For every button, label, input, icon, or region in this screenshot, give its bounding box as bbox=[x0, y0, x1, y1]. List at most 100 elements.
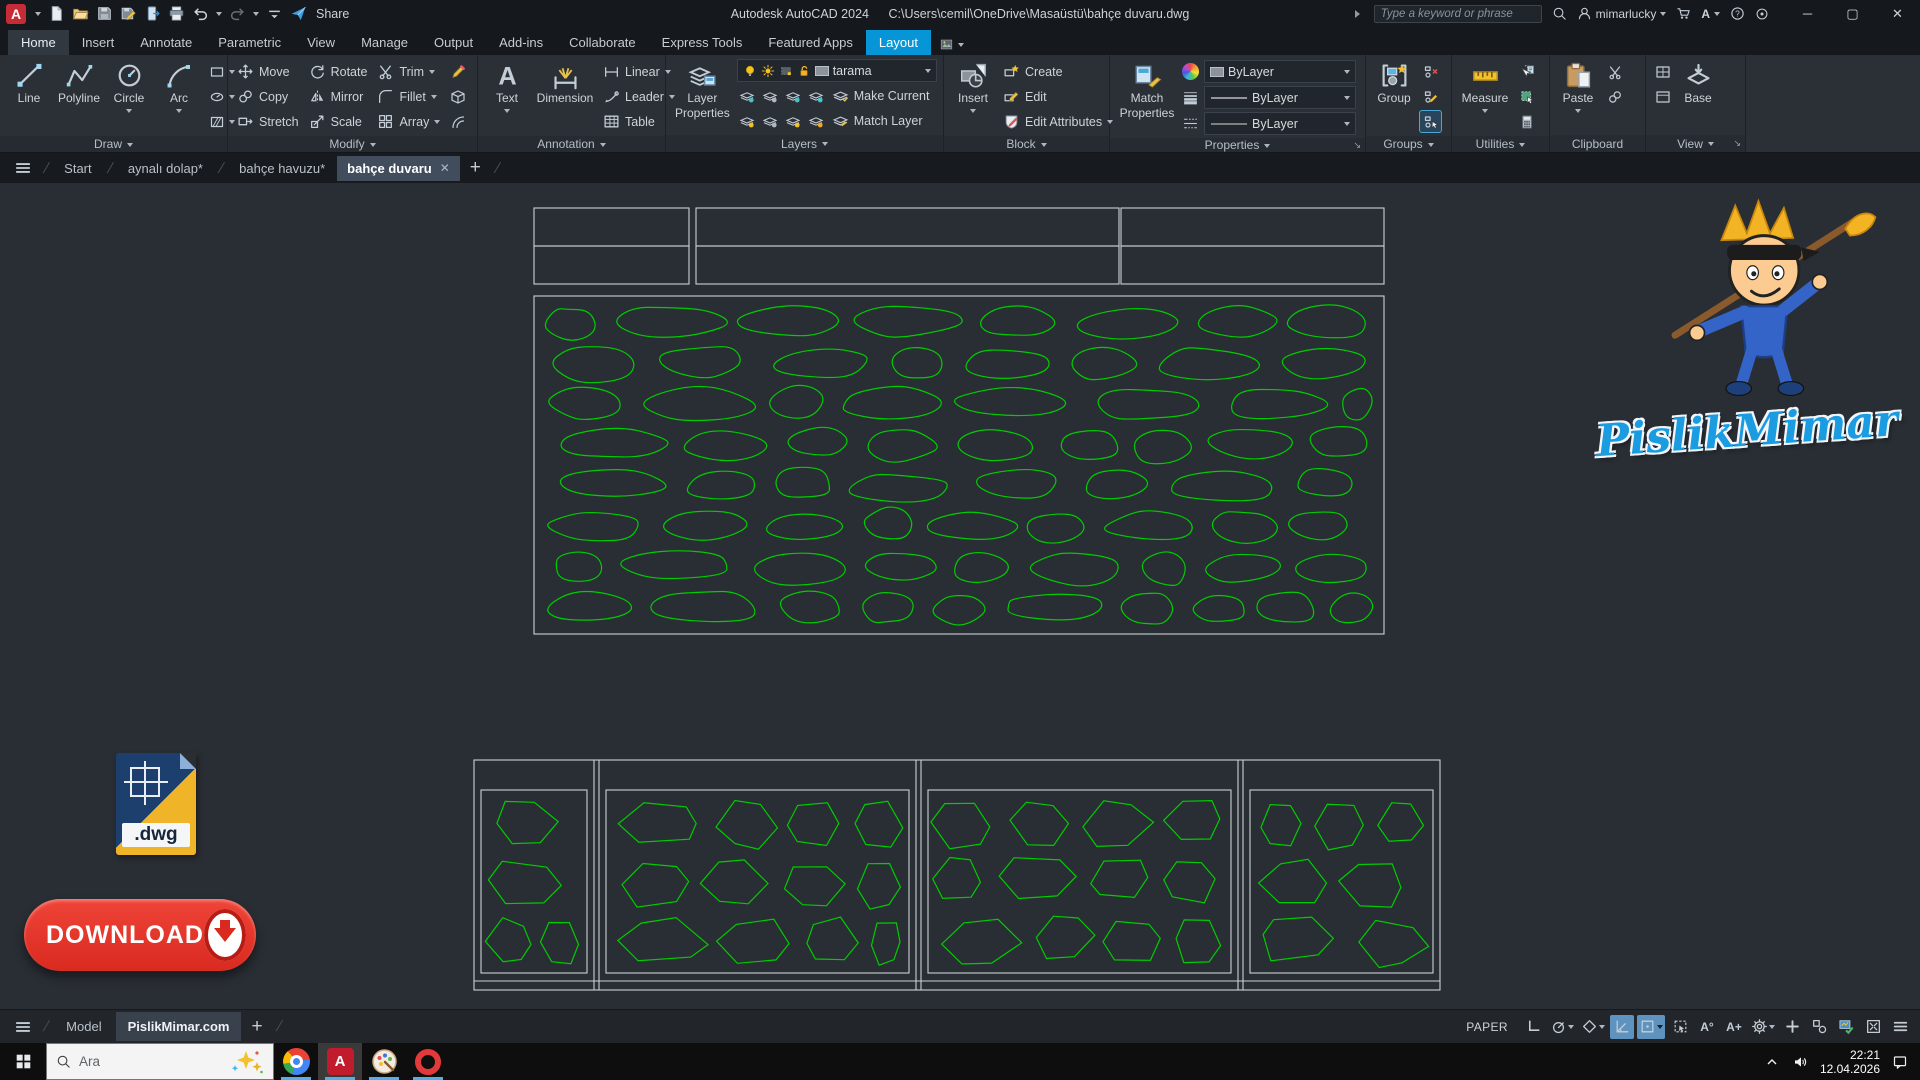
customization-button[interactable] bbox=[1888, 1015, 1912, 1039]
units-button[interactable] bbox=[1807, 1015, 1831, 1039]
tab-express-tools[interactable]: Express Tools bbox=[649, 30, 756, 55]
panel-label-view[interactable]: View ↘ bbox=[1646, 135, 1745, 152]
quick-select-button[interactable] bbox=[1516, 61, 1537, 82]
erase-button[interactable] bbox=[447, 61, 468, 82]
account-menu[interactable]: mimarlucky bbox=[1577, 6, 1667, 21]
hatch-button[interactable] bbox=[206, 111, 227, 132]
close-tab-icon[interactable]: ✕ bbox=[440, 161, 450, 175]
clean-screen-button[interactable] bbox=[1861, 1015, 1885, 1039]
file-tab-bahce-havuzu[interactable]: bahçe havuzu* bbox=[229, 156, 335, 181]
ortho-toggle[interactable] bbox=[1521, 1015, 1545, 1039]
base-button[interactable]: Base bbox=[1677, 59, 1719, 107]
circle-button[interactable]: Circle bbox=[106, 59, 152, 116]
tray-exp-icon[interactable] bbox=[1764, 1054, 1780, 1070]
layer-walk-button[interactable] bbox=[760, 110, 781, 131]
maximize-button[interactable]: ▢ bbox=[1830, 0, 1875, 27]
tab-layout[interactable]: Layout bbox=[865, 30, 931, 55]
layer-isolate-button[interactable] bbox=[737, 85, 758, 106]
paste-button[interactable]: Paste bbox=[1556, 59, 1600, 116]
autocad-logo-button[interactable]: A bbox=[6, 3, 26, 24]
start-button[interactable] bbox=[0, 1043, 46, 1080]
tab-collaborate[interactable]: Collaborate bbox=[556, 30, 649, 55]
help-icon[interactable]: ? bbox=[1730, 6, 1745, 21]
tab-addins[interactable]: Add-ins bbox=[486, 30, 556, 55]
layer-properties-button[interactable]: Layer Properties bbox=[672, 59, 733, 122]
tab-view[interactable]: View bbox=[294, 30, 348, 55]
explode-button[interactable] bbox=[447, 86, 468, 107]
panel-label-annotation[interactable]: Annotation bbox=[478, 136, 665, 152]
graphics-performance-button[interactable] bbox=[1834, 1015, 1858, 1039]
layout-tab-model[interactable]: Model bbox=[54, 1012, 113, 1041]
save-as-button[interactable] bbox=[120, 5, 137, 22]
paper-space-toggle[interactable]: PAPER bbox=[1456, 1020, 1518, 1034]
copy-button[interactable]: Copy bbox=[234, 84, 302, 109]
polar-tracking-toggle[interactable] bbox=[1548, 1015, 1576, 1039]
rotate-button[interactable]: Rotate bbox=[306, 59, 371, 84]
taskbar-paint[interactable] bbox=[362, 1043, 406, 1080]
layer-unisolate-button[interactable] bbox=[760, 85, 781, 106]
close-button[interactable]: ✕ bbox=[1875, 0, 1920, 27]
panel-label-groups[interactable]: Groups bbox=[1366, 136, 1451, 152]
object-snap-tracking-toggle[interactable] bbox=[1610, 1014, 1634, 1039]
download-button[interactable]: DOWNLOAD bbox=[24, 899, 256, 971]
chevron-down-icon[interactable] bbox=[229, 120, 235, 127]
isodraft-toggle[interactable] bbox=[1579, 1015, 1607, 1039]
annotation-autoscale-toggle[interactable]: A+ bbox=[1722, 1015, 1746, 1039]
group-button[interactable]: Group bbox=[1372, 59, 1416, 107]
annotation-visibility-toggle[interactable]: A° bbox=[1695, 1015, 1719, 1039]
new-layout-button[interactable]: + bbox=[243, 1016, 270, 1038]
taskbar-search[interactable] bbox=[46, 1043, 274, 1080]
taskbar-search-input[interactable] bbox=[79, 1054, 199, 1069]
file-tab-start[interactable]: Start bbox=[54, 156, 101, 181]
fillet-button[interactable]: Fillet bbox=[374, 84, 443, 109]
autodesk-access-menu[interactable]: A bbox=[1701, 7, 1720, 21]
chevron-down-icon[interactable] bbox=[229, 95, 235, 102]
tab-output[interactable]: Output bbox=[421, 30, 486, 55]
quick-calculator-button[interactable] bbox=[1516, 111, 1537, 132]
chevron-down-icon[interactable] bbox=[229, 70, 235, 77]
panel-label-modify[interactable]: Modify bbox=[228, 136, 477, 152]
id-point-button[interactable] bbox=[1516, 86, 1537, 107]
undo-button[interactable] bbox=[192, 5, 209, 22]
line-button[interactable]: Line bbox=[6, 59, 52, 107]
edit-attributes-button[interactable]: Edit Attributes bbox=[1000, 109, 1116, 134]
match-properties-button[interactable]: Match Properties bbox=[1116, 59, 1178, 122]
insert-button[interactable]: Insert bbox=[950, 59, 996, 116]
tab-annotate[interactable]: Annotate bbox=[127, 30, 205, 55]
scale-button[interactable]: Scale bbox=[306, 109, 371, 134]
panel-label-block[interactable]: Block bbox=[944, 136, 1109, 152]
new-tab-button[interactable]: + bbox=[462, 157, 489, 179]
new-file-button[interactable] bbox=[48, 5, 65, 22]
dimension-button[interactable]: Dimension bbox=[534, 59, 596, 107]
file-tab-aynali-dolap[interactable]: aynalı dolap* bbox=[118, 156, 213, 181]
taskbar-clock[interactable]: 22:21 12.04.2026 bbox=[1820, 1048, 1880, 1076]
layer-off-button[interactable] bbox=[737, 110, 758, 131]
layer-freeze-button[interactable] bbox=[783, 85, 804, 106]
tab-insert[interactable]: Insert bbox=[69, 30, 128, 55]
save-button[interactable] bbox=[96, 5, 113, 22]
open-from-web-button[interactable] bbox=[144, 5, 161, 22]
tab-manage[interactable]: Manage bbox=[348, 30, 421, 55]
layer-unlock-button[interactable] bbox=[806, 110, 827, 131]
panel-label-layers[interactable]: Layers bbox=[666, 135, 943, 152]
undo-dropdown-icon[interactable] bbox=[216, 12, 222, 19]
polyline-button[interactable]: Polyline bbox=[56, 59, 102, 107]
group-selection-toggle[interactable] bbox=[1419, 110, 1442, 133]
file-tab-bahce-duvaru[interactable]: bahçe duvaru ✕ bbox=[337, 155, 460, 181]
mirror-button[interactable]: Mirror bbox=[306, 84, 371, 109]
dialog-launcher-icon[interactable]: ↘ bbox=[1733, 138, 1741, 149]
taskbar-chrome[interactable] bbox=[274, 1043, 318, 1080]
layout-tab-pislikmimar[interactable]: PislikMimar.com bbox=[115, 1012, 242, 1041]
copy-clip-button[interactable] bbox=[1604, 86, 1625, 107]
measure-button[interactable]: Measure bbox=[1458, 59, 1512, 116]
minimize-button[interactable]: ─ bbox=[1785, 0, 1830, 27]
panel-label-clipboard[interactable]: Clipboard bbox=[1550, 135, 1645, 152]
layout-menu-button[interactable] bbox=[8, 1014, 38, 1040]
array-button[interactable]: Array bbox=[374, 109, 443, 134]
linetype-dropdown[interactable]: ByLayer bbox=[1204, 112, 1356, 135]
drawing-area[interactable]: PislikMimar .dwg DOWNLOAD bbox=[0, 183, 1920, 1009]
workspace-switching-button[interactable] bbox=[1749, 1015, 1777, 1039]
edit-block-button[interactable]: Edit bbox=[1000, 84, 1116, 109]
viewport-config-button[interactable] bbox=[1652, 61, 1673, 82]
search-icon[interactable] bbox=[1552, 6, 1567, 21]
